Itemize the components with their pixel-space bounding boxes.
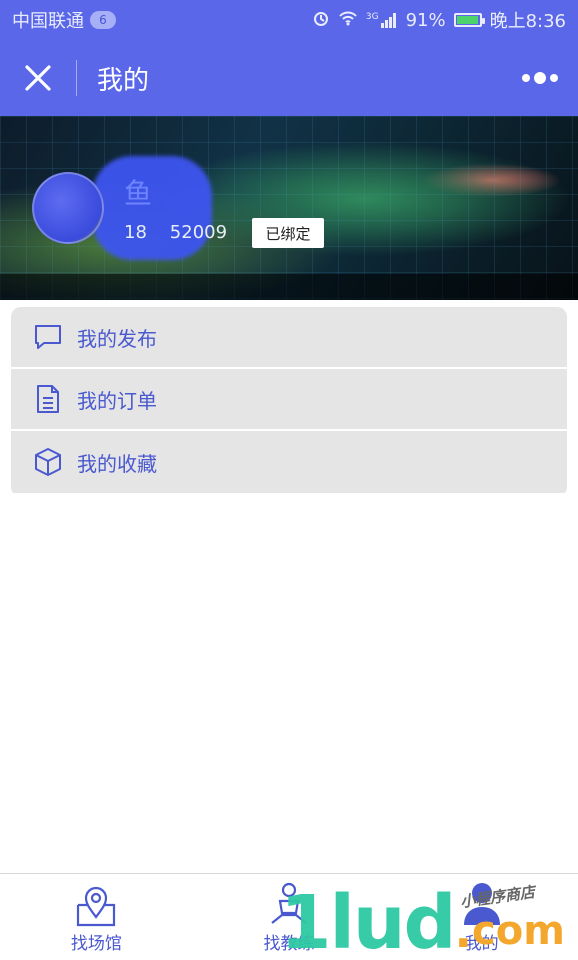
menu-item-label: 我的收藏: [77, 451, 157, 476]
more-dot-icon: [550, 74, 558, 82]
menu-item-label: 我的发布: [77, 326, 157, 351]
more-button[interactable]: [502, 40, 578, 116]
more-dot-icon: [522, 74, 530, 82]
title-bar: 我的: [0, 40, 578, 116]
carrier-name: 中国联通: [12, 11, 84, 32]
username: 鱼: [124, 177, 153, 210]
battery-icon: [453, 13, 485, 27]
battery-percent: 91%: [405, 9, 446, 31]
wifi-icon: [338, 10, 358, 31]
cube-icon: [33, 447, 63, 477]
network-type: 3G: [365, 12, 379, 22]
user-icon: [463, 882, 500, 925]
tab-label: 找场馆: [70, 933, 122, 954]
menu-item-my-orders[interactable]: 我的订单: [11, 369, 567, 431]
status-left: 中国联通 6: [12, 7, 116, 33]
location-pin-icon: [77, 886, 116, 926]
status-right: 3G 91% 晚上8:36: [312, 7, 566, 33]
avatar[interactable]: [32, 172, 104, 244]
document-icon: [33, 384, 63, 414]
chat-bubble-icon: [33, 322, 63, 352]
alarm-icon: [312, 9, 330, 32]
bound-status-badge: 已绑定: [252, 218, 324, 248]
tab-find-venue[interactable]: 找场馆: [0, 874, 193, 960]
menu-item-my-posts[interactable]: 我的发布: [11, 307, 567, 369]
menu-item-my-favorites[interactable]: 我的收藏: [11, 431, 567, 493]
status-bar: 中国联通 6 3G 91% 晚上8:36: [0, 0, 578, 40]
page-title: 我的: [97, 65, 150, 96]
clock-time: 晚上8:36: [489, 11, 566, 32]
tab-mine[interactable]: 我的: [385, 874, 578, 960]
coach-icon: [271, 882, 307, 924]
signal-icon: 3G: [366, 12, 398, 28]
tab-label: 我的: [464, 933, 499, 954]
phone-number: 18 52009: [124, 222, 228, 243]
tab-find-coach[interactable]: 找教练: [193, 874, 386, 960]
more-dot-icon: [534, 72, 546, 84]
menu-item-label: 我的订单: [77, 388, 157, 413]
banner-shade: [0, 274, 578, 300]
tab-label: 找教练: [263, 933, 315, 954]
carrier-badge: 6: [90, 11, 116, 29]
close-icon: [25, 65, 51, 91]
close-button[interactable]: [0, 40, 76, 116]
bottom-tab-bar: 找场馆 找教练 我的: [0, 873, 578, 960]
profile-banner: 鱼 18 52009 已绑定: [0, 116, 578, 300]
profile-menu: 我的发布 我的订单 我的收藏: [11, 307, 567, 497]
title-divider: [76, 60, 77, 96]
